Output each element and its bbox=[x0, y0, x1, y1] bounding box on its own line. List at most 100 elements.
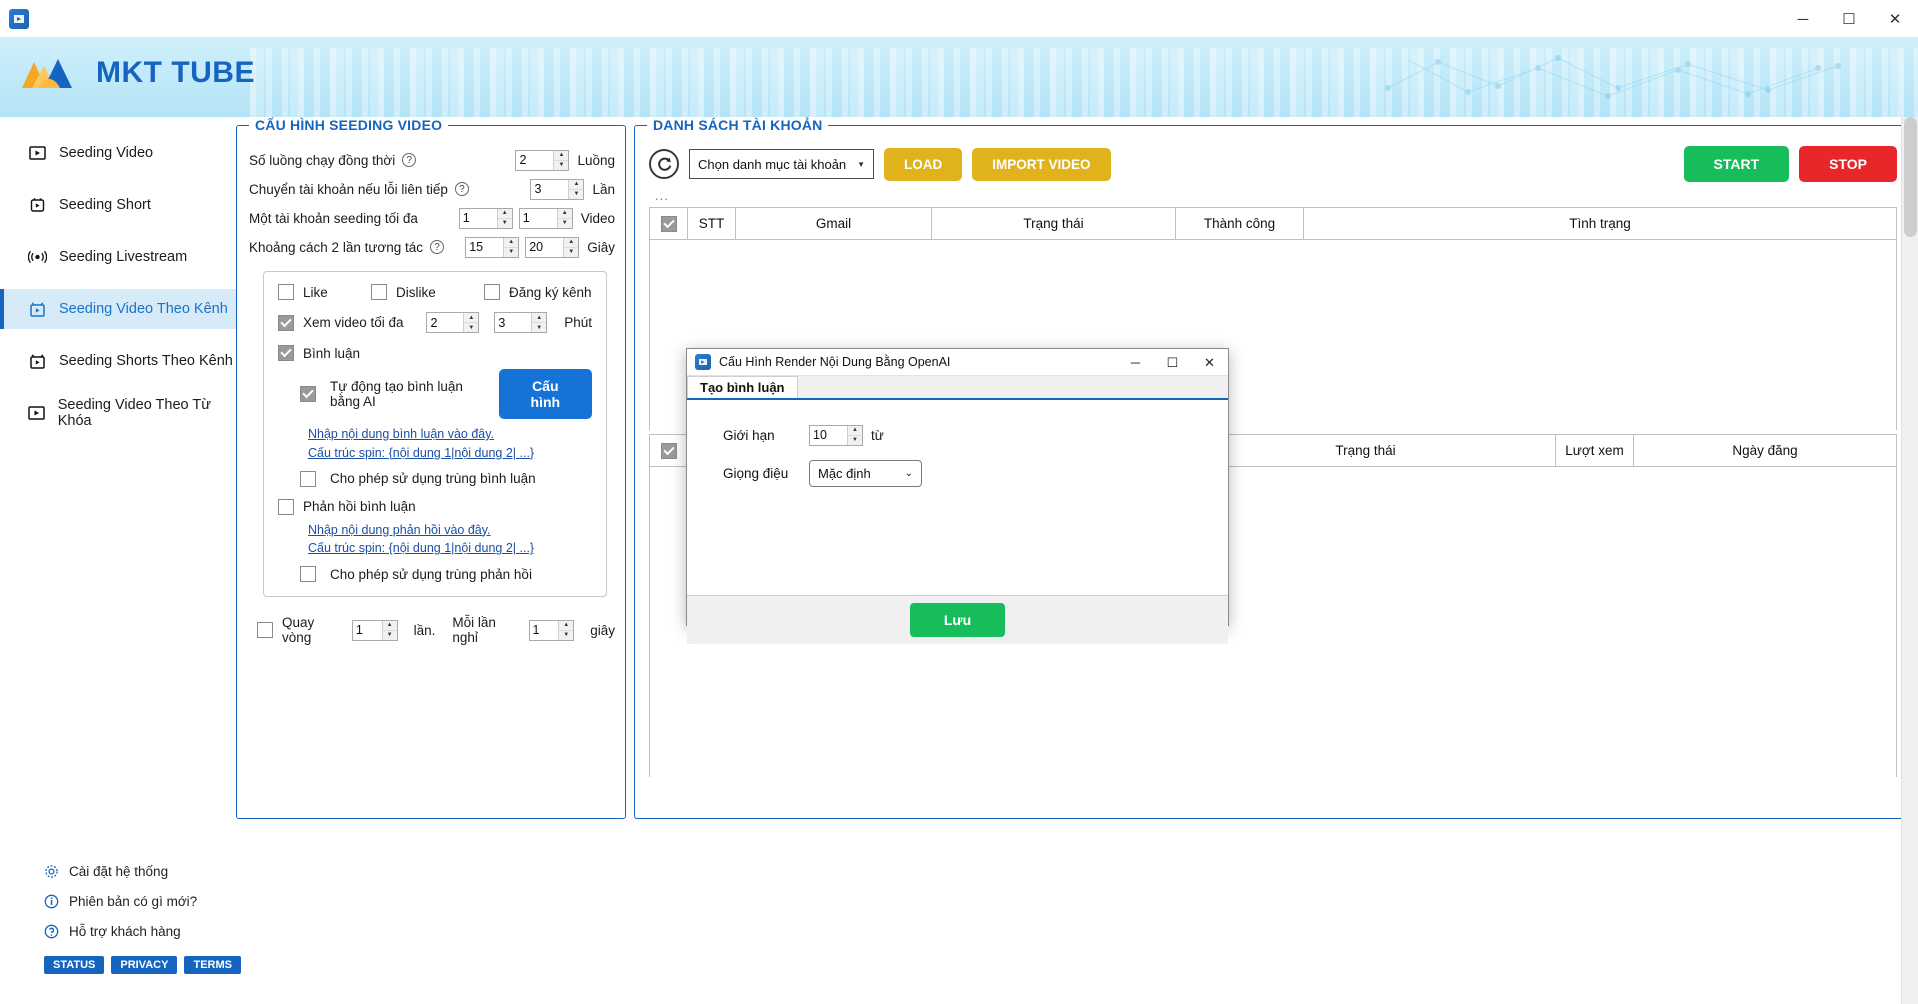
limit-input[interactable] bbox=[810, 425, 847, 445]
dialog-tab-tao-binh-luan[interactable]: Tạo bình luận bbox=[687, 376, 798, 398]
gap-min-input[interactable] bbox=[466, 237, 504, 257]
sidebar-item-seeding-video[interactable]: Seeding Video bbox=[0, 133, 236, 173]
help-icon[interactable]: ? bbox=[454, 182, 469, 196]
max-seeding-min-input[interactable] bbox=[459, 208, 497, 228]
comment-checkbox[interactable] bbox=[278, 345, 294, 361]
spin-up[interactable]: ▲ bbox=[504, 238, 519, 248]
spin-down[interactable]: ▼ bbox=[558, 219, 572, 228]
threads-input[interactable] bbox=[516, 150, 554, 170]
sidebar-item-seeding-video-theo-tu-khoa[interactable]: Seeding Video Theo Từ Khóa bbox=[0, 393, 236, 433]
switch-account-input[interactable] bbox=[531, 179, 569, 199]
allow-dup-reply-checkbox[interactable] bbox=[300, 566, 316, 582]
reply-input-link[interactable]: Nhập nội dung phản hồi vào đây. bbox=[308, 521, 592, 540]
max-seeding-min-spinner[interactable]: ▲▼ bbox=[458, 207, 513, 229]
loop-count-input[interactable] bbox=[352, 620, 382, 640]
close-button[interactable]: ✕ bbox=[1872, 0, 1918, 38]
sidebar-link-phien-ban-moi[interactable]: Phiên bản có gì mới? bbox=[0, 886, 236, 916]
reply-checkbox[interactable] bbox=[278, 498, 294, 515]
spin-down[interactable]: ▼ bbox=[532, 323, 546, 332]
allow-dup-comment-checkbox[interactable] bbox=[300, 470, 316, 487]
dialog-maximize-button[interactable]: ☐ bbox=[1154, 349, 1191, 376]
spin-down[interactable]: ▼ bbox=[559, 631, 573, 640]
spin-down[interactable]: ▼ bbox=[464, 323, 478, 332]
watch-max-input[interactable] bbox=[495, 313, 532, 332]
watch-min-spinner[interactable]: ▲▼ bbox=[426, 312, 480, 333]
spin-up[interactable]: ▲ bbox=[569, 180, 584, 190]
minimize-button[interactable]: ─ bbox=[1780, 0, 1826, 38]
accounts-select-all-cell[interactable] bbox=[649, 207, 688, 240]
tone-select[interactable]: Mặc định ⌄ bbox=[809, 459, 922, 487]
subscribe-checkbox[interactable] bbox=[484, 284, 500, 300]
maximize-button[interactable]: ☐ bbox=[1826, 0, 1872, 38]
spin-up[interactable]: ▲ bbox=[557, 209, 572, 219]
loop-count-spinner[interactable]: ▲▼ bbox=[351, 619, 398, 641]
spin-up[interactable]: ▲ bbox=[564, 238, 579, 248]
accounts-select-all-checkbox[interactable] bbox=[660, 216, 677, 232]
spin-down[interactable]: ▼ bbox=[498, 219, 512, 228]
gap-min-spinner[interactable]: ▲▼ bbox=[465, 236, 520, 258]
spin-up[interactable]: ▲ bbox=[554, 151, 569, 161]
gap-max-spinner[interactable]: ▲▼ bbox=[525, 236, 580, 258]
sidebar-item-seeding-video-theo-kenh[interactable]: Seeding Video Theo Kênh bbox=[0, 289, 236, 329]
spin-down[interactable]: ▼ bbox=[383, 631, 397, 640]
max-seeding-max-spinner[interactable]: ▲▼ bbox=[518, 207, 573, 229]
dialog-minimize-button[interactable]: ─ bbox=[1117, 349, 1154, 376]
spin-down[interactable]: ▼ bbox=[504, 248, 518, 257]
videos-select-all-cell[interactable] bbox=[649, 434, 688, 467]
spin-up[interactable]: ▲ bbox=[497, 209, 512, 219]
badge-terms[interactable]: TERMS bbox=[184, 956, 241, 974]
import-video-button[interactable]: IMPORT VIDEO bbox=[972, 147, 1111, 181]
reply-spin-link[interactable]: Cấu trúc spin: {nội dung 1|nội dung 2| .… bbox=[308, 539, 592, 558]
spin-up[interactable]: ▲ bbox=[464, 313, 479, 323]
refresh-icon[interactable] bbox=[649, 149, 679, 179]
scrollbar-thumb[interactable] bbox=[1904, 117, 1917, 237]
sidebar-item-seeding-shorts-theo-kenh[interactable]: Seeding Shorts Theo Kênh bbox=[0, 341, 236, 381]
sidebar-item-label: Seeding Shorts Theo Kênh bbox=[59, 353, 233, 369]
config-label: Khoảng cách 2 lần tương tác bbox=[249, 239, 424, 255]
account-category-select[interactable]: Chọn danh mục tài khoản ▼ bbox=[689, 149, 874, 179]
spin-down[interactable]: ▼ bbox=[569, 190, 583, 199]
limit-spinner[interactable]: ▲▼ bbox=[809, 424, 863, 446]
help-icon[interactable]: ? bbox=[402, 153, 417, 167]
sidebar-item-seeding-short[interactable]: Seeding Short bbox=[0, 185, 236, 225]
spin-down[interactable]: ▼ bbox=[848, 436, 862, 445]
sidebar-link-cai-dat-he-thong[interactable]: Cài đặt hệ thống bbox=[0, 856, 236, 886]
spin-up[interactable]: ▲ bbox=[532, 313, 547, 323]
max-seeding-max-input[interactable] bbox=[519, 208, 557, 228]
config-button[interactable]: Cấu hình bbox=[498, 369, 592, 419]
spin-down[interactable]: ▼ bbox=[554, 161, 568, 170]
threads-spinner[interactable]: ▲▼ bbox=[515, 149, 570, 171]
loop-checkbox[interactable] bbox=[257, 622, 273, 638]
like-checkbox[interactable] bbox=[278, 284, 294, 300]
switch-account-spinner[interactable]: ▲▼ bbox=[530, 178, 585, 200]
page-scrollbar[interactable] bbox=[1901, 117, 1918, 1004]
start-button[interactable]: START bbox=[1683, 146, 1790, 182]
sidebar-item-seeding-livestream[interactable]: Seeding Livestream bbox=[0, 237, 236, 277]
watch-video-checkbox[interactable] bbox=[278, 314, 294, 331]
comment-input-link[interactable]: Nhập nội dung bình luận vào đây. bbox=[308, 425, 592, 444]
spin-up[interactable]: ▲ bbox=[382, 621, 397, 631]
comment-spin-link[interactable]: Cấu trúc spin: {nội dung 1|nội dung 2| .… bbox=[308, 444, 592, 463]
config-unit: Lần bbox=[592, 181, 615, 197]
badge-status[interactable]: STATUS bbox=[44, 956, 105, 974]
loop-rest-spinner[interactable]: ▲▼ bbox=[528, 619, 575, 641]
dislike-checkbox[interactable] bbox=[371, 284, 387, 300]
chevron-down-icon: ⌄ bbox=[904, 467, 913, 479]
dialog-close-button[interactable]: ✕ bbox=[1191, 349, 1228, 376]
watch-max-spinner[interactable]: ▲▼ bbox=[494, 312, 548, 333]
load-button[interactable]: LOAD bbox=[884, 147, 963, 181]
loop-rest-input[interactable] bbox=[529, 620, 559, 640]
ai-comment-checkbox[interactable] bbox=[300, 386, 316, 402]
videos-select-all-checkbox[interactable] bbox=[660, 443, 677, 459]
badge-privacy[interactable]: PRIVACY bbox=[111, 956, 178, 974]
gap-max-input[interactable] bbox=[526, 237, 564, 257]
help-icon[interactable]: ? bbox=[430, 240, 445, 254]
spin-up[interactable]: ▲ bbox=[559, 621, 574, 631]
watch-min-input[interactable] bbox=[427, 313, 464, 332]
spin-up[interactable]: ▲ bbox=[848, 426, 862, 436]
dialog-save-button[interactable]: Lưu bbox=[909, 603, 1006, 637]
spin-down[interactable]: ▼ bbox=[564, 248, 578, 257]
like-label: Like bbox=[303, 284, 328, 300]
stop-button[interactable]: STOP bbox=[1799, 146, 1897, 182]
sidebar-link-ho-tro-khach-hang[interactable]: Hỗ trợ khách hàng bbox=[0, 916, 236, 946]
